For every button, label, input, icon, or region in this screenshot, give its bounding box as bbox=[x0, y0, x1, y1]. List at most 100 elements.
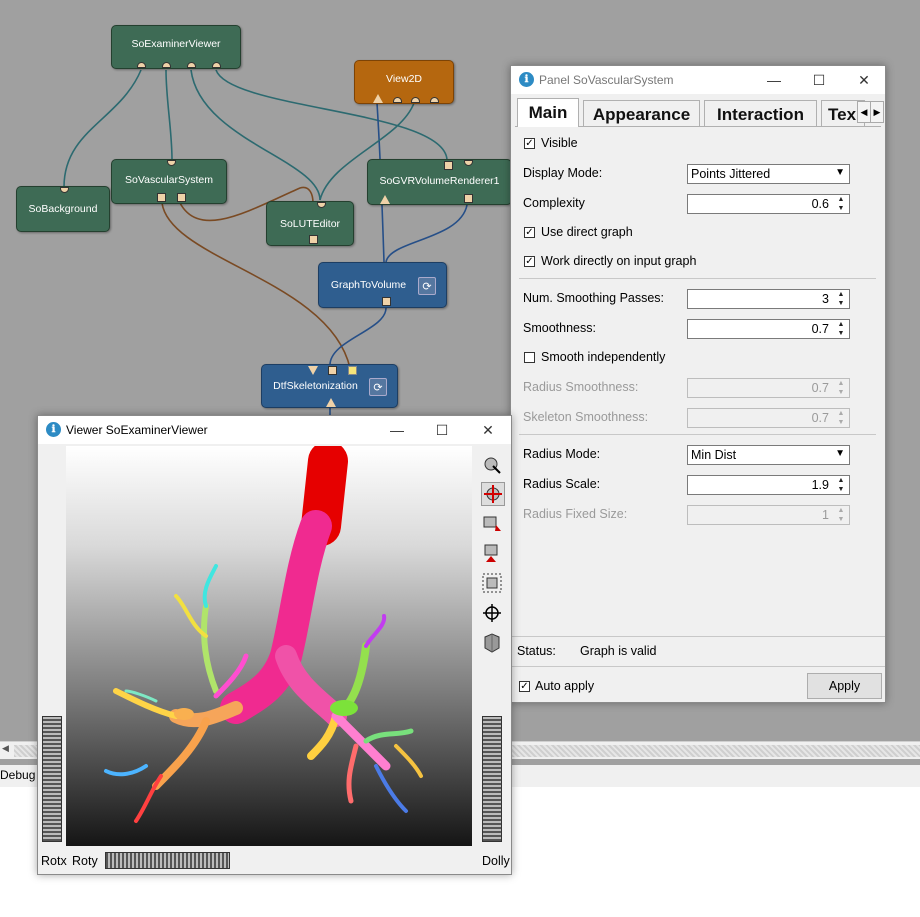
tab-scroll-right-icon[interactable]: ▶ bbox=[870, 101, 884, 123]
close-icon[interactable]: ✕ bbox=[465, 416, 511, 444]
panel-titlebar[interactable]: ℹ Panel SoVascularSystem — ☐ ✕ bbox=[511, 66, 885, 94]
display-mode-select[interactable]: Points Jittered ▼ bbox=[687, 164, 850, 184]
output-port[interactable] bbox=[162, 62, 171, 68]
rotx-thumbwheel[interactable] bbox=[42, 716, 62, 842]
smooth-independently-checkbox[interactable] bbox=[524, 352, 535, 363]
maximize-icon[interactable]: ☐ bbox=[419, 416, 465, 444]
input-port[interactable] bbox=[464, 160, 473, 166]
spin-up-icon[interactable]: ▲ bbox=[834, 321, 848, 329]
radius-fixed-size-spinbox: 1 ▲ ▼ bbox=[687, 505, 850, 525]
minimize-icon[interactable]: — bbox=[751, 66, 797, 94]
output-port[interactable] bbox=[187, 62, 196, 68]
output-port[interactable] bbox=[382, 297, 391, 306]
vessel-tree-rendering bbox=[104, 446, 423, 823]
complexity-spinbox[interactable]: 0.6 ▲ ▼ bbox=[687, 194, 850, 214]
tab-interaction[interactable]: Interaction bbox=[704, 100, 817, 126]
num-smoothing-spinbox[interactable]: 3 ▲ ▼ bbox=[687, 289, 850, 309]
crosshair-icon[interactable] bbox=[481, 602, 503, 624]
view-all-icon[interactable] bbox=[481, 572, 503, 594]
module-so-lut-editor[interactable]: SoLUTEditor bbox=[266, 201, 354, 246]
input-port[interactable] bbox=[348, 366, 357, 375]
smoothness-spinbox[interactable]: 0.7 ▲ ▼ bbox=[687, 319, 850, 339]
maximize-icon[interactable]: ☐ bbox=[796, 66, 842, 94]
pick-mode-icon[interactable] bbox=[481, 454, 503, 476]
visible-checkbox[interactable]: ✓ bbox=[524, 138, 535, 149]
radius-fixed-size-label: Radius Fixed Size: bbox=[523, 507, 628, 521]
module-so-gvr-volume-renderer[interactable]: SoGVRVolumeRenderer1 bbox=[367, 159, 512, 205]
branch-segment bbox=[275, 645, 347, 727]
spin-down-icon[interactable]: ▼ bbox=[834, 486, 848, 494]
input-port[interactable] bbox=[464, 194, 473, 203]
spin-down-icon[interactable]: ▼ bbox=[834, 205, 848, 213]
input-port[interactable] bbox=[328, 366, 337, 375]
chevron-down-icon: ▼ bbox=[835, 448, 845, 459]
input-port[interactable] bbox=[177, 193, 186, 202]
close-icon[interactable]: ✕ bbox=[841, 66, 887, 94]
use-direct-graph-checkbox[interactable]: ✓ bbox=[524, 227, 535, 238]
module-view2d[interactable]: View2D bbox=[354, 60, 454, 104]
tab-main[interactable]: Main bbox=[517, 98, 579, 127]
output-port[interactable] bbox=[326, 398, 336, 407]
roty-thumbwheel[interactable] bbox=[105, 852, 230, 869]
view-mode-icon[interactable] bbox=[481, 482, 505, 506]
radius-mode-select[interactable]: Min Dist ▼ bbox=[687, 445, 850, 465]
input-port[interactable] bbox=[157, 193, 166, 202]
display-mode-value: Points Jittered bbox=[691, 167, 771, 181]
module-so-vascular-system[interactable]: SoVascularSystem bbox=[111, 159, 227, 204]
radius-smoothness-label: Radius Smoothness: bbox=[523, 380, 639, 394]
branch-segment bbox=[134, 774, 163, 823]
minimize-icon[interactable]: — bbox=[374, 416, 420, 444]
input-port[interactable] bbox=[444, 161, 453, 170]
module-label: SoGVRVolumeRenderer1 bbox=[379, 175, 500, 187]
radius-smoothness-spinbox: 0.7 ▲ ▼ bbox=[687, 378, 850, 398]
seek-icon[interactable] bbox=[481, 512, 503, 534]
work-directly-checkbox[interactable]: ✓ bbox=[524, 256, 535, 267]
module-dtf-skeletonization[interactable]: DtfSkeletonization ⟳ bbox=[261, 364, 398, 408]
output-port[interactable] bbox=[430, 97, 439, 103]
home-icon[interactable] bbox=[481, 542, 503, 564]
output-port[interactable] bbox=[212, 62, 221, 68]
input-port[interactable] bbox=[167, 160, 176, 166]
spin-up-icon[interactable]: ▲ bbox=[834, 291, 848, 299]
perspective-icon[interactable] bbox=[481, 632, 503, 654]
module-so-background[interactable]: SoBackground bbox=[16, 186, 110, 232]
skeleton-smoothness-spinbox: 0.7 ▲ ▼ bbox=[687, 408, 850, 428]
module-label: View2D bbox=[386, 73, 422, 85]
dolly-thumbwheel[interactable] bbox=[482, 716, 502, 842]
refresh-button[interactable]: ⟳ bbox=[418, 277, 436, 295]
input-port[interactable] bbox=[60, 187, 69, 193]
spin-down-icon: ▼ bbox=[837, 389, 845, 396]
tab-scroll-left-icon[interactable]: ◀ bbox=[857, 101, 871, 123]
viewer-titlebar[interactable]: ℹ Viewer SoExaminerViewer — ☐ ✕ bbox=[38, 416, 511, 444]
tab-appearance[interactable]: Appearance bbox=[583, 100, 700, 126]
auto-apply-checkbox[interactable]: ✓ bbox=[519, 681, 530, 692]
input-port[interactable] bbox=[308, 366, 318, 375]
branch-segment bbox=[113, 688, 179, 719]
3d-viewport[interactable] bbox=[66, 446, 472, 846]
module-so-examiner-viewer[interactable]: SoExaminerViewer bbox=[111, 25, 241, 69]
output-port[interactable] bbox=[411, 97, 420, 103]
spin-down-icon[interactable]: ▼ bbox=[834, 330, 848, 338]
auto-apply-label: Auto apply bbox=[535, 679, 595, 693]
radius-fixed-size-value: 1 bbox=[822, 508, 829, 522]
spin-up-icon[interactable]: ▲ bbox=[834, 196, 848, 204]
tab-debug[interactable]: Debug bbox=[0, 768, 35, 782]
apply-button[interactable]: Apply bbox=[807, 673, 882, 699]
radius-scale-spinbox[interactable]: 1.9 ▲ ▼ bbox=[687, 475, 850, 495]
input-port[interactable] bbox=[380, 195, 390, 204]
output-port[interactable] bbox=[137, 62, 146, 68]
branch-segment bbox=[202, 564, 218, 608]
spin-down-icon[interactable]: ▼ bbox=[834, 300, 848, 308]
module-graph-to-volume[interactable]: GraphToVolume ⟳ bbox=[318, 262, 447, 308]
connection-wire bbox=[329, 307, 387, 366]
output-port[interactable] bbox=[393, 97, 402, 103]
scroll-left-icon[interactable]: ◀ bbox=[2, 744, 9, 754]
spin-up-icon[interactable]: ▲ bbox=[834, 477, 848, 485]
input-port[interactable] bbox=[317, 202, 326, 208]
complexity-value: 0.6 bbox=[811, 197, 829, 211]
module-label: GraphToVolume bbox=[330, 279, 407, 291]
refresh-button[interactable]: ⟳ bbox=[369, 378, 387, 396]
input-port[interactable] bbox=[373, 94, 383, 103]
status-label: Status: bbox=[517, 644, 556, 658]
input-port[interactable] bbox=[309, 235, 318, 244]
